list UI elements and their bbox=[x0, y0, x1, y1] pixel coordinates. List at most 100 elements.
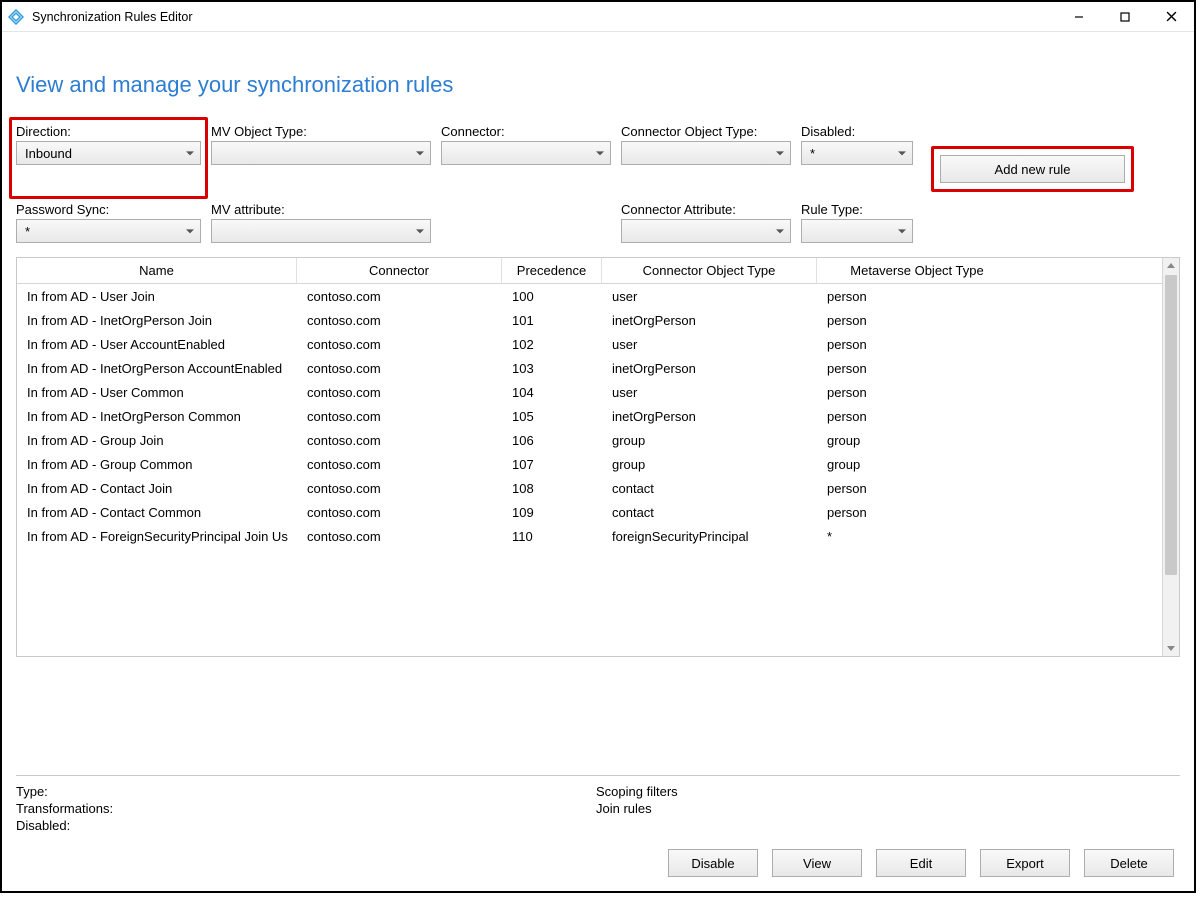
connector-attribute-dropdown[interactable] bbox=[621, 219, 791, 243]
table-row[interactable]: In from AD - Group Joincontoso.com106gro… bbox=[17, 428, 1162, 452]
cell-connector: contoso.com bbox=[297, 481, 502, 496]
add-new-rule-button[interactable]: Add new rule bbox=[940, 155, 1125, 183]
edit-button[interactable]: Edit bbox=[876, 849, 966, 877]
direction-dropdown[interactable]: Inbound bbox=[16, 141, 201, 165]
cell-precedence: 109 bbox=[502, 505, 602, 520]
cell-connector: contoso.com bbox=[297, 409, 502, 424]
grid-body: In from AD - User Joincontoso.com100user… bbox=[17, 284, 1179, 548]
cell-mot: person bbox=[817, 505, 1017, 520]
cell-name: In from AD - InetOrgPerson Join bbox=[17, 313, 297, 328]
delete-button[interactable]: Delete bbox=[1084, 849, 1174, 877]
cell-mot: person bbox=[817, 289, 1017, 304]
table-row[interactable]: In from AD - InetOrgPerson Joincontoso.c… bbox=[17, 308, 1162, 332]
footer-type-label: Type: bbox=[16, 784, 596, 799]
app-icon bbox=[8, 9, 24, 25]
mv-attribute-dropdown[interactable] bbox=[211, 219, 431, 243]
direction-highlight: Direction: Inbound bbox=[9, 117, 208, 199]
password-sync-label: Password Sync: bbox=[16, 202, 201, 217]
header-metaverse-object-type[interactable]: Metaverse Object Type bbox=[817, 258, 1017, 283]
header-connector-object-type[interactable]: Connector Object Type bbox=[602, 258, 817, 283]
footer-scoping-label: Scoping filters bbox=[596, 784, 1180, 799]
grid-scrollbar[interactable] bbox=[1162, 258, 1179, 656]
cell-precedence: 110 bbox=[502, 529, 602, 544]
rule-type-dropdown[interactable] bbox=[801, 219, 913, 243]
cell-precedence: 104 bbox=[502, 385, 602, 400]
cell-cot: inetOrgPerson bbox=[602, 313, 817, 328]
cell-precedence: 101 bbox=[502, 313, 602, 328]
maximize-button[interactable] bbox=[1102, 2, 1148, 32]
scroll-down-icon[interactable] bbox=[1167, 646, 1175, 651]
cell-name: In from AD - Contact Common bbox=[17, 505, 297, 520]
cell-precedence: 106 bbox=[502, 433, 602, 448]
footer-join-rules-label: Join rules bbox=[596, 801, 1180, 816]
minimize-button[interactable] bbox=[1056, 2, 1102, 32]
titlebar: Synchronization Rules Editor bbox=[2, 2, 1194, 32]
cell-mot: person bbox=[817, 337, 1017, 352]
cell-name: In from AD - Group Common bbox=[17, 457, 297, 472]
table-row[interactable]: In from AD - InetOrgPerson AccountEnable… bbox=[17, 356, 1162, 380]
scroll-up-icon[interactable] bbox=[1167, 263, 1175, 268]
table-row[interactable]: In from AD - Contact Joincontoso.com108c… bbox=[17, 476, 1162, 500]
cell-mot: person bbox=[817, 481, 1017, 496]
cell-cot: user bbox=[602, 337, 817, 352]
cell-connector: contoso.com bbox=[297, 361, 502, 376]
connector-object-type-dropdown[interactable] bbox=[621, 141, 791, 165]
table-row[interactable]: In from AD - User AccountEnabledcontoso.… bbox=[17, 332, 1162, 356]
table-row[interactable]: In from AD - User Commoncontoso.com104us… bbox=[17, 380, 1162, 404]
disable-button[interactable]: Disable bbox=[668, 849, 758, 877]
direction-label: Direction: bbox=[16, 124, 201, 139]
cell-precedence: 100 bbox=[502, 289, 602, 304]
view-button[interactable]: View bbox=[772, 849, 862, 877]
cell-cot: inetOrgPerson bbox=[602, 409, 817, 424]
rule-type-label: Rule Type: bbox=[801, 202, 913, 217]
cell-mot: * bbox=[817, 529, 1017, 544]
cell-mot: group bbox=[817, 457, 1017, 472]
cell-cot: group bbox=[602, 457, 817, 472]
header-connector[interactable]: Connector bbox=[297, 258, 502, 283]
cell-connector: contoso.com bbox=[297, 385, 502, 400]
cell-cot: inetOrgPerson bbox=[602, 361, 817, 376]
filter-area: Direction: Inbound MV Object Type: Conne… bbox=[16, 124, 1180, 243]
cell-connector: contoso.com bbox=[297, 337, 502, 352]
cell-mot: person bbox=[817, 313, 1017, 328]
cell-name: In from AD - User AccountEnabled bbox=[17, 337, 297, 352]
cell-connector: contoso.com bbox=[297, 433, 502, 448]
connector-filter-label: Connector: bbox=[441, 124, 611, 139]
table-row[interactable]: In from AD - Contact Commoncontoso.com10… bbox=[17, 500, 1162, 524]
connector-filter-dropdown[interactable] bbox=[441, 141, 611, 165]
header-name[interactable]: Name bbox=[17, 258, 297, 283]
mv-object-type-dropdown[interactable] bbox=[211, 141, 431, 165]
cell-name: In from AD - User Join bbox=[17, 289, 297, 304]
close-button[interactable] bbox=[1148, 2, 1194, 32]
window-controls bbox=[1056, 2, 1194, 32]
cell-precedence: 105 bbox=[502, 409, 602, 424]
table-row[interactable]: In from AD - InetOrgPerson Commoncontoso… bbox=[17, 404, 1162, 428]
mv-object-type-label: MV Object Type: bbox=[211, 124, 431, 139]
cell-name: In from AD - InetOrgPerson Common bbox=[17, 409, 297, 424]
add-new-rule-highlight: Add new rule bbox=[931, 146, 1134, 192]
scroll-thumb[interactable] bbox=[1165, 275, 1177, 575]
password-sync-dropdown[interactable]: * bbox=[16, 219, 201, 243]
cell-precedence: 107 bbox=[502, 457, 602, 472]
cell-cot: user bbox=[602, 385, 817, 400]
table-row[interactable]: In from AD - User Joincontoso.com100user… bbox=[17, 284, 1162, 308]
cell-cot: group bbox=[602, 433, 817, 448]
mv-attribute-label: MV attribute: bbox=[211, 202, 431, 217]
cell-precedence: 103 bbox=[502, 361, 602, 376]
header-precedence[interactable]: Precedence bbox=[502, 258, 602, 283]
cell-precedence: 108 bbox=[502, 481, 602, 496]
app-window: Synchronization Rules Editor View and ma… bbox=[0, 0, 1196, 893]
cell-connector: contoso.com bbox=[297, 313, 502, 328]
table-row[interactable]: In from AD - Group Commoncontoso.com107g… bbox=[17, 452, 1162, 476]
cell-cot: contact bbox=[602, 481, 817, 496]
disabled-filter-dropdown[interactable]: * bbox=[801, 141, 913, 165]
cell-cot: foreignSecurityPrincipal bbox=[602, 529, 817, 544]
table-row[interactable]: In from AD - ForeignSecurityPrincipal Jo… bbox=[17, 524, 1162, 548]
cell-precedence: 102 bbox=[502, 337, 602, 352]
cell-name: In from AD - User Common bbox=[17, 385, 297, 400]
footer-disabled-label: Disabled: bbox=[16, 818, 596, 833]
cell-cot: contact bbox=[602, 505, 817, 520]
cell-name: In from AD - Contact Join bbox=[17, 481, 297, 496]
content-area: View and manage your synchronization rul… bbox=[2, 32, 1194, 891]
export-button[interactable]: Export bbox=[980, 849, 1070, 877]
